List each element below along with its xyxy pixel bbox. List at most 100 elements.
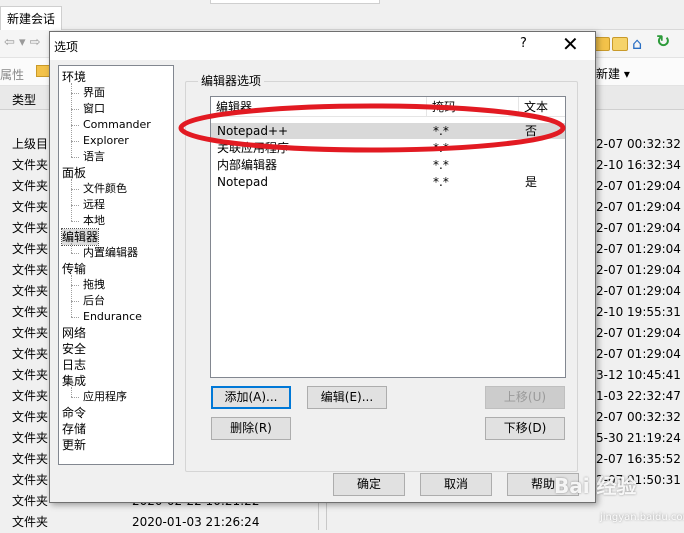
tree-item[interactable]: 拖拽 <box>83 277 105 293</box>
tree-item[interactable]: 环境 <box>62 69 86 85</box>
editor-editor-cell: Notepad <box>217 175 268 189</box>
editor-mask-cell: *.* <box>433 158 449 172</box>
tree-item[interactable]: Commander <box>83 117 151 133</box>
tree-item[interactable]: 日志 <box>62 357 86 373</box>
file-type-cell[interactable]: 文件夹 <box>12 491 48 512</box>
new-session-tab[interactable]: 新建会话 <box>0 6 63 30</box>
file-date-cell[interactable]: 2-07 01:29:04 <box>596 260 681 281</box>
editor-row[interactable]: 内部编辑器 *.* <box>211 157 565 173</box>
file-type-cell[interactable]: 文件夹 <box>12 302 48 323</box>
type-column-header[interactable]: 类型 <box>12 91 36 108</box>
address-box[interactable] <box>210 0 380 4</box>
file-type-cell[interactable]: 文件夹 <box>12 365 48 386</box>
move-down-button[interactable]: 下移(D) <box>485 417 565 440</box>
tree-item[interactable]: 远程 <box>83 197 105 213</box>
file-date-cell[interactable]: 2-07 01:29:04 <box>596 323 681 344</box>
tree-item[interactable]: Endurance <box>83 309 142 325</box>
tree-item[interactable]: 内置编辑器 <box>83 245 138 261</box>
file-date-cell[interactable]: 2-10 19:55:31 <box>596 302 681 323</box>
file-type-cell[interactable]: 文件夹 <box>12 281 48 302</box>
file-date-cell[interactable]: 2-07 01:29:04 <box>596 176 681 197</box>
new-menu-button[interactable]: 新建 ▾ <box>596 65 630 82</box>
file-date-cell[interactable]: 3-12 10:45:41 <box>596 365 681 386</box>
file-type-cell[interactable]: 文件夹 <box>12 155 48 176</box>
tree-item[interactable]: 集成 <box>62 373 86 389</box>
tree-connector <box>71 179 72 221</box>
file-type-cell[interactable]: 文件夹 <box>12 218 48 239</box>
file-date-cell[interactable]: 2-07 16:35:52 <box>596 449 681 470</box>
file-date-cell[interactable]: 2-07 01:29:04 <box>596 281 681 302</box>
file-date-cell[interactable]: 2-07 00:32:32 <box>596 407 681 428</box>
tree-item[interactable]: 应用程序 <box>83 389 127 405</box>
file-type-cell[interactable]: 文件夹 <box>12 176 48 197</box>
file-type-cell[interactable]: 上级目 <box>12 134 48 155</box>
file-date: 2020-01-03 21:26:24 <box>132 515 260 529</box>
editor-mask-cell: *.* <box>433 124 449 138</box>
file-date-cell[interactable]: 2-07 00:32:32 <box>596 134 681 155</box>
move-up-button[interactable]: 上移(U) <box>485 386 565 409</box>
tree-item[interactable]: 面板 <box>62 165 86 181</box>
dialog-title: 选项 <box>54 40 79 54</box>
cancel-button[interactable]: 取消 <box>420 473 492 496</box>
column-header-mask[interactable]: 掩码 <box>427 97 519 117</box>
file-date-cell[interactable]: 1-03 22:32:47 <box>596 386 681 407</box>
back-arrow-icon[interactable]: ⇦ ▾ ⇨ <box>4 35 41 50</box>
tree-connector <box>71 285 79 286</box>
watermark-url: jingyan.baidu.com <box>600 512 684 523</box>
file-date-cell[interactable]: 2-07 01:29:04 <box>596 344 681 365</box>
editor-list[interactable]: 编辑器 掩码 文本 Notepad++ *.* 否关联应用程序 *.* 内部编辑器 *.*… <box>210 96 566 378</box>
editor-list-header: 编辑器 掩码 文本 <box>211 97 565 117</box>
file-date-cell[interactable]: 2-07 01:29:04 <box>596 197 681 218</box>
file-date-cell[interactable]: 5-30 21:19:24 <box>596 428 681 449</box>
file-type-cell[interactable]: 文件夹 <box>12 428 48 449</box>
properties-button[interactable]: 属性 <box>0 66 24 83</box>
home-icon[interactable]: ⌂ <box>632 34 642 53</box>
file-type-cell[interactable]: 文件夹 <box>12 323 48 344</box>
tree-item[interactable]: 后台 <box>83 293 105 309</box>
tree-item[interactable]: 安全 <box>62 341 86 357</box>
close-icon[interactable]: ✕ <box>562 33 579 55</box>
tree-item[interactable]: 文件颜色 <box>83 181 127 197</box>
editor-row[interactable]: Notepad *.* 是 <box>211 174 565 190</box>
help-icon[interactable]: ? <box>520 36 527 51</box>
refresh-icon[interactable]: ↻ <box>656 32 670 52</box>
ok-button[interactable]: 确定 <box>333 473 405 496</box>
column-header-text[interactable]: 文本 <box>519 97 565 117</box>
file-date-cell[interactable]: 2-07 01:29:04 <box>596 239 681 260</box>
file-type-cell[interactable]: 文件夹 <box>12 260 48 281</box>
delete-editor-button[interactable]: 删除(R) <box>211 417 291 440</box>
file-type-cell[interactable]: 文件夹 <box>12 239 48 260</box>
tree-item[interactable]: 存储 <box>62 421 86 437</box>
edit-editor-button[interactable]: 编辑(E)... <box>307 386 387 409</box>
file-type-cell[interactable]: 文件夹 <box>12 344 48 365</box>
add-editor-button[interactable]: 添加(A)... <box>211 386 291 409</box>
column-header-editor[interactable]: 编辑器 <box>211 97 427 117</box>
editor-row[interactable]: 关联应用程序 *.* <box>211 140 565 156</box>
tree-item[interactable]: 界面 <box>83 85 105 101</box>
tree-item[interactable]: 本地 <box>83 213 105 229</box>
tree-item[interactable]: 网络 <box>62 325 86 341</box>
options-category-tree[interactable]: 环境 界面 窗口 Commander Explorer 语言 面板 文件颜色 远程 本地 编辑器 内置… <box>58 65 174 465</box>
file-date-cell[interactable]: 2-07 01:29:04 <box>596 218 681 239</box>
file-type-cell[interactable]: 文件夹 <box>12 386 48 407</box>
file-type-cell[interactable]: 文件夹 <box>12 407 48 428</box>
tree-item[interactable]: 语言 <box>83 149 105 165</box>
file-type-cell[interactable]: 文件夹 <box>12 197 48 218</box>
dialog-title-bar[interactable]: 选项 ? ✕ <box>50 32 595 60</box>
file-date-cell[interactable]: 2-10 16:32:34 <box>596 155 681 176</box>
tree-item[interactable]: 编辑器 <box>60 228 100 246</box>
tree-item[interactable]: 命令 <box>62 405 86 421</box>
file-type-cell[interactable]: 文件夹 <box>12 470 48 491</box>
folder-icon <box>36 65 50 77</box>
tree-connector <box>71 109 79 110</box>
tree-item[interactable]: Explorer <box>83 133 129 149</box>
tree-item[interactable]: 窗口 <box>83 101 105 117</box>
tree-item[interactable]: 更新 <box>62 437 86 453</box>
editor-editor-cell: 内部编辑器 <box>217 158 278 172</box>
folder-icon[interactable] <box>594 37 610 51</box>
session-tab-bar: 新建会话 <box>0 0 684 30</box>
editor-row[interactable]: Notepad++ *.* 否 <box>211 123 565 139</box>
open-folder-icon[interactable] <box>612 37 628 51</box>
file-type-cell[interactable]: 文件夹 <box>12 449 48 470</box>
tree-item[interactable]: 传输 <box>62 261 86 277</box>
